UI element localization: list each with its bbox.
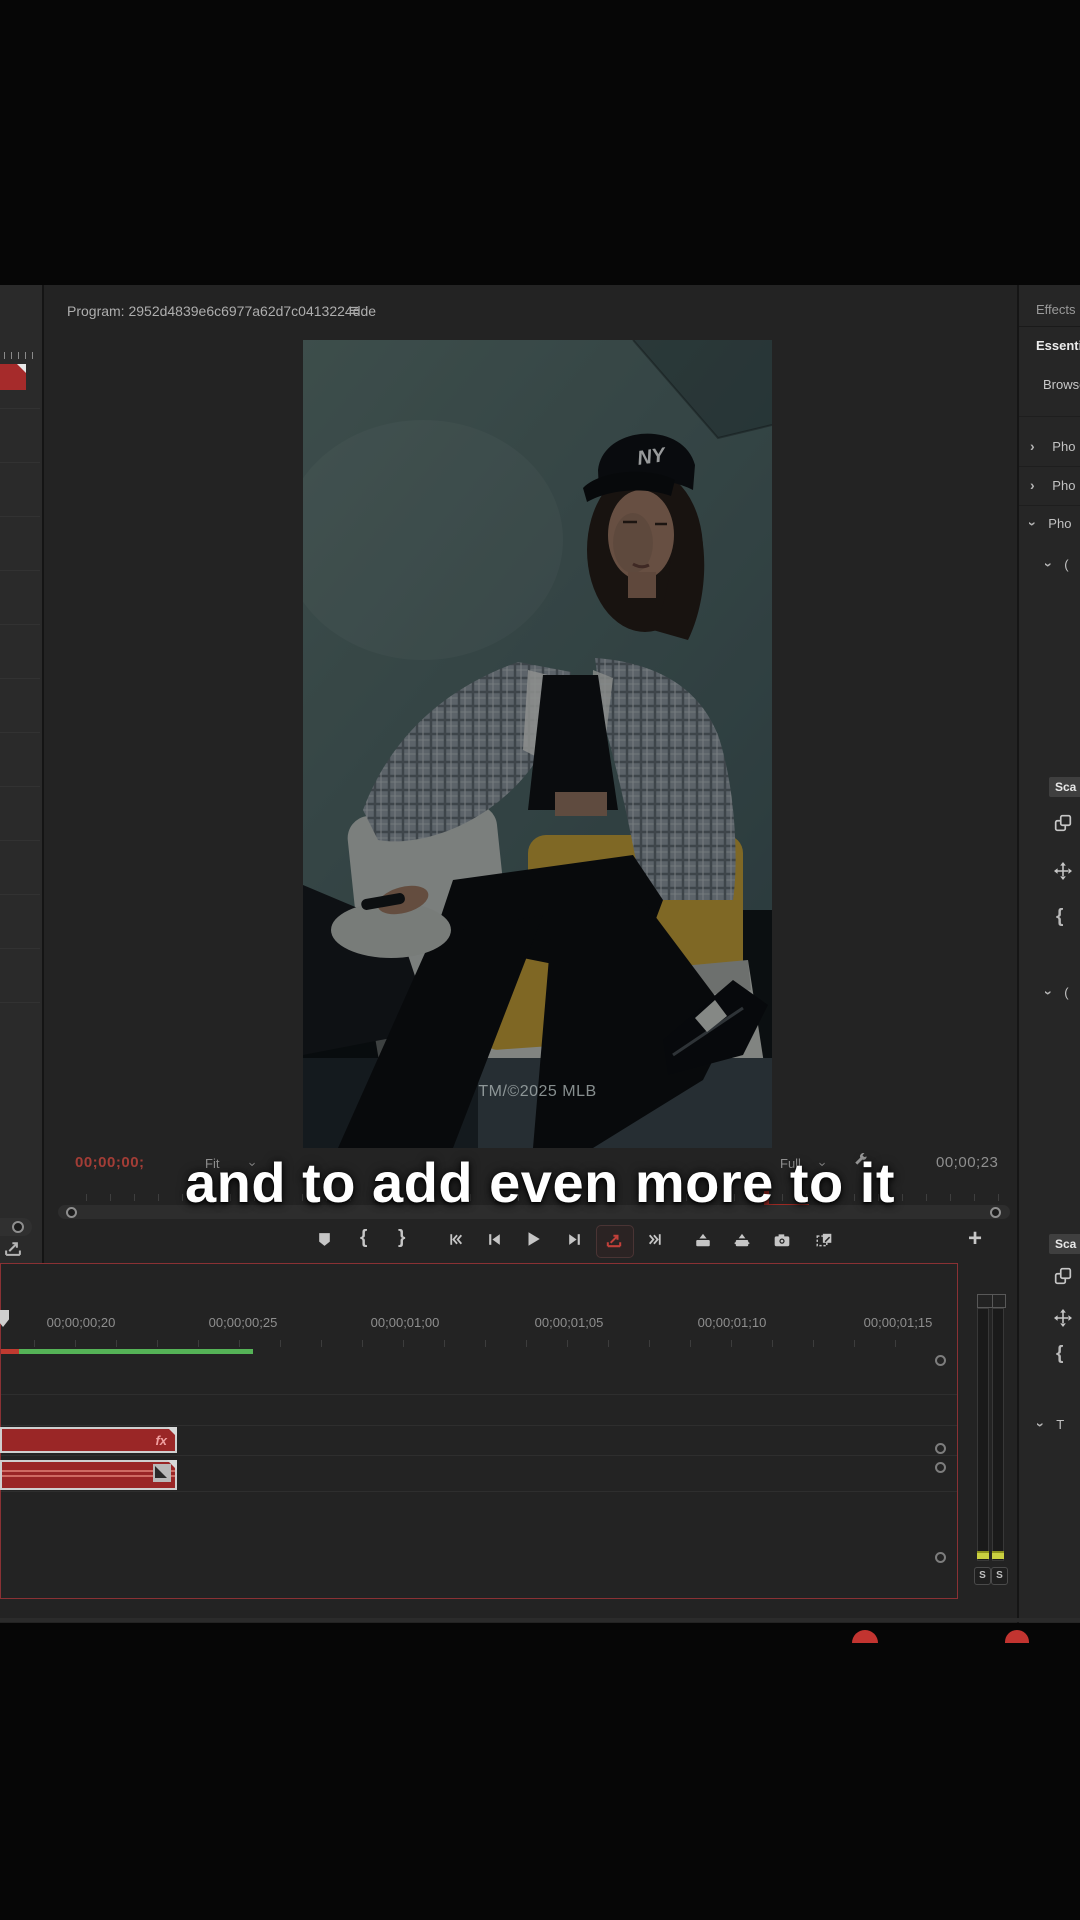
item-label: ( — [1064, 557, 1068, 572]
ruler-timecode: 00;00;01;05 — [535, 1315, 604, 1330]
play-icon[interactable] — [523, 1230, 543, 1250]
left-panel-knob[interactable] — [12, 1221, 24, 1233]
bottom-edge-line — [0, 1618, 1080, 1622]
keyframe-brace-icon[interactable]: { — [1056, 1345, 1063, 1363]
step-forward-icon[interactable] — [564, 1231, 584, 1251]
clip-badge — [153, 1464, 171, 1482]
badge-triangle — [155, 1466, 167, 1478]
track-divider — [1, 1394, 957, 1395]
solo-button-right[interactable]: S — [991, 1567, 1008, 1585]
burned-in-caption: and to add even more to it — [0, 1150, 1080, 1215]
chevron-down-icon: › — [1033, 1422, 1049, 1427]
audio-level-right — [992, 1551, 1004, 1559]
audio-meter-header — [977, 1294, 1006, 1308]
ruler-timecode: 00;00;01;00 — [371, 1315, 440, 1330]
track-divider — [1, 1455, 957, 1456]
left-panel-row-dividers — [0, 408, 40, 1008]
left-panel-red-clip[interactable] — [0, 364, 26, 390]
divider — [1019, 416, 1080, 417]
quick-export-icon[interactable] — [3, 1238, 23, 1258]
ruler-timecode: 00;00;01;15 — [864, 1315, 933, 1330]
track-handle-dot[interactable] — [935, 1355, 946, 1366]
render-bar-red — [1, 1349, 19, 1354]
ruler-timecode: 00;00;00;20 — [47, 1315, 116, 1330]
chevron-down-icon: › — [1025, 521, 1041, 526]
chevron-down-icon: › — [1041, 990, 1057, 995]
clip-fx-badge: fx — [155, 1433, 167, 1448]
bottom-letterbox — [0, 1623, 1080, 1920]
add-marker-icon[interactable] — [314, 1231, 334, 1251]
solo-button-left[interactable]: S — [974, 1567, 991, 1585]
item-label: ( — [1064, 985, 1068, 1000]
render-bar-green — [19, 1349, 253, 1354]
tab-effects[interactable]: Effects — [1036, 302, 1076, 317]
audio-meter-left — [977, 1308, 989, 1561]
position-move-icon[interactable] — [1053, 862, 1073, 882]
effects-list-item[interactable]: › Pho — [1030, 515, 1071, 531]
ruler-timecode: 00;00;00;25 — [209, 1315, 278, 1330]
go-to-out-icon[interactable] — [645, 1231, 665, 1251]
effects-list-item[interactable]: › Pho — [1030, 477, 1075, 493]
divider — [1019, 326, 1080, 327]
left-panel-mini-ruler — [4, 352, 34, 359]
video-clip[interactable]: fx — [0, 1427, 177, 1453]
button-editor-plus-icon[interactable]: + — [968, 1225, 982, 1253]
track-divider — [1, 1491, 957, 1492]
tab-browse[interactable]: Browse — [1043, 377, 1080, 392]
divider — [1019, 466, 1080, 467]
go-to-in-icon[interactable] — [445, 1231, 465, 1251]
ruler-timecode: 00;00;01;10 — [698, 1315, 767, 1330]
chevron-down-icon: › — [1041, 562, 1057, 567]
mark-out-icon[interactable]: } — [398, 1229, 405, 1247]
panel-divider — [1017, 285, 1019, 1623]
lift-icon[interactable] — [693, 1231, 713, 1251]
divider — [1019, 505, 1080, 506]
item-label: T — [1056, 1417, 1064, 1432]
keyframe-brace-icon[interactable]: { — [1056, 908, 1063, 926]
effects-list-item[interactable]: › Pho — [1030, 438, 1075, 454]
export-frame-camera-icon[interactable] — [772, 1231, 792, 1251]
export-icon[interactable] — [604, 1231, 624, 1251]
comparison-view-icon[interactable] — [814, 1231, 834, 1251]
chevron-right-icon: › — [1030, 438, 1035, 454]
video-watermark: TM/©2025 MLB — [303, 1083, 772, 1101]
scale-value-chip[interactable]: Sca — [1049, 777, 1080, 797]
effects-group-row[interactable]: › ( — [1046, 556, 1069, 572]
track-divider — [1, 1425, 957, 1426]
transform-layers-icon[interactable] — [1053, 814, 1073, 834]
panel-title-essential: Essentia — [1036, 338, 1080, 353]
audio-waveform-line — [2, 1470, 175, 1472]
panel-menu-icon[interactable]: ≡ — [349, 301, 359, 321]
mark-in-icon[interactable]: { — [360, 1229, 367, 1247]
premiere-pro-window: Program: 2952d4839e6c6977a62d7c0413224dd… — [0, 0, 1080, 1920]
audio-meter-right — [992, 1308, 1004, 1561]
track-handle-dot[interactable] — [935, 1462, 946, 1473]
program-monitor-title: Program: 2952d4839e6c6977a62d7c0413224dd… — [67, 303, 376, 319]
scale-value-chip[interactable]: Sca — [1049, 1234, 1080, 1254]
item-label: Pho — [1048, 516, 1071, 531]
effects-group-row[interactable]: › T — [1038, 1416, 1064, 1432]
timeline-ruler[interactable] — [34, 1340, 934, 1347]
audio-level-left — [977, 1551, 989, 1559]
track-handle-dot[interactable] — [935, 1552, 946, 1563]
video-frame: NY — [303, 340, 772, 1148]
audio-waveform-line — [2, 1475, 175, 1477]
transform-layers-icon[interactable] — [1053, 1267, 1073, 1287]
item-label: Pho — [1052, 439, 1075, 454]
audio-clip[interactable] — [0, 1460, 177, 1490]
step-back-icon[interactable] — [484, 1231, 504, 1251]
effects-group-row[interactable]: › ( — [1046, 984, 1069, 1000]
position-move-icon[interactable] — [1053, 1309, 1073, 1329]
chevron-right-icon: › — [1030, 477, 1035, 493]
track-handle-dot[interactable] — [935, 1443, 946, 1454]
item-label: Pho — [1052, 478, 1075, 493]
extract-icon[interactable] — [732, 1231, 752, 1251]
